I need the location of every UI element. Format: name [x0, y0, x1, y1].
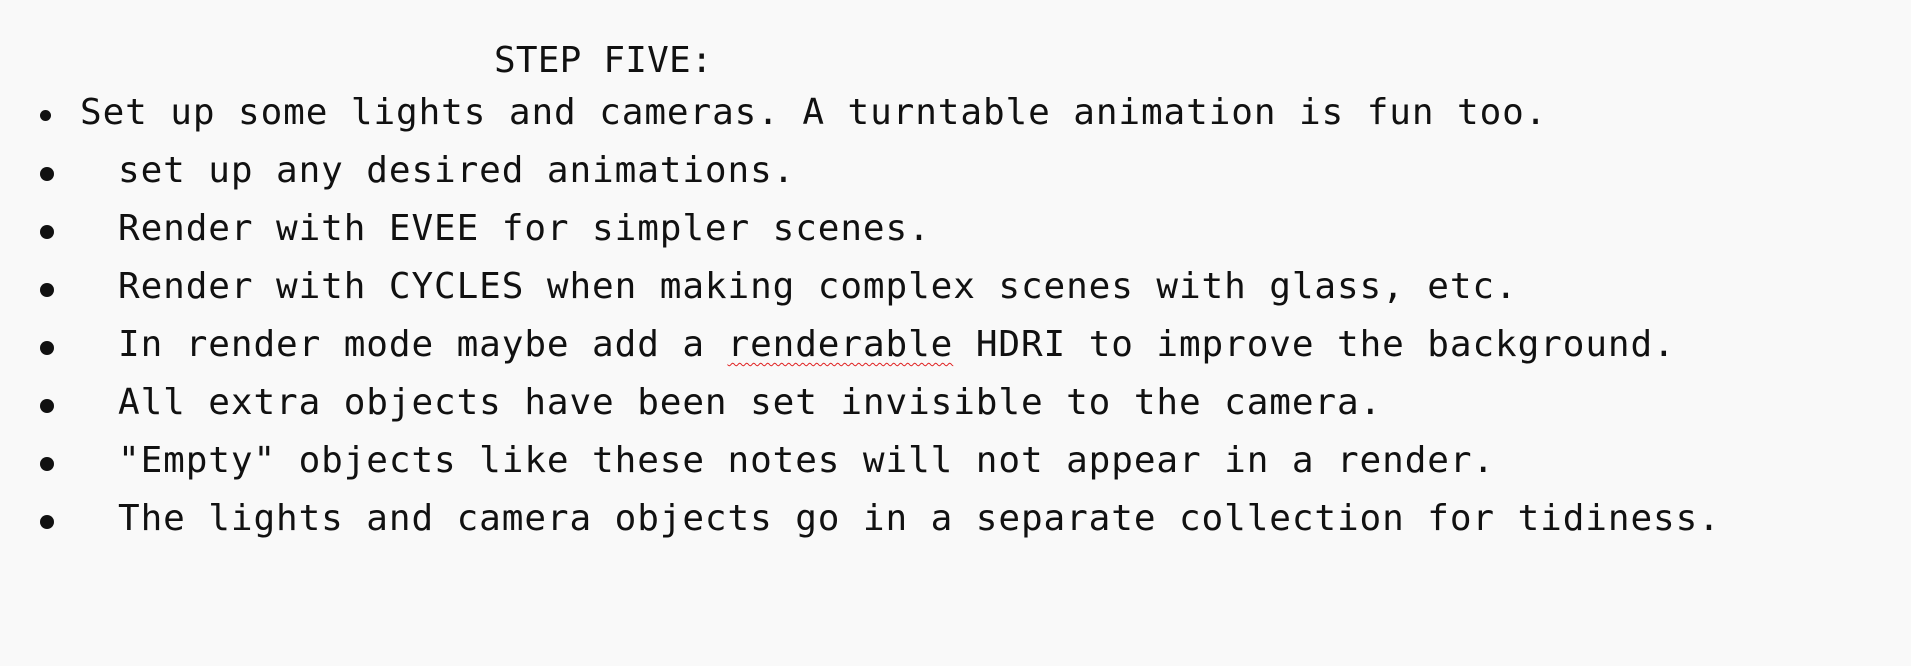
- spellcheck-flagged-word[interactable]: renderable: [728, 324, 954, 365]
- list-item-text: set up any desired animations.: [118, 150, 796, 191]
- step-heading: STEP FIVE:: [494, 40, 713, 81]
- bullet-icon: [40, 225, 54, 239]
- bullet-icon: [40, 167, 54, 181]
- list-item-text: "Empty" objects like these notes will no…: [118, 440, 1496, 481]
- list-item-text: In render mode maybe add a renderable HD…: [118, 322, 1676, 368]
- list-item-text: Render with CYCLES when making complex s…: [118, 266, 1518, 307]
- list-item-text: Set up some lights and cameras. A turnta…: [80, 92, 1548, 133]
- bullet-icon: [40, 457, 54, 471]
- list-item-text: The lights and camera objects go in a se…: [118, 498, 1721, 539]
- bullet-icon: [40, 110, 51, 121]
- bullet-icon: [40, 515, 54, 529]
- notes-document: STEP FIVE: Set up some lights and camera…: [0, 0, 1911, 666]
- bullet-icon: [40, 283, 54, 297]
- text-before-flagged-word: In render mode maybe add a: [118, 324, 728, 365]
- bullet-icon: [40, 341, 54, 355]
- text-after-flagged-word: HDRI to improve the background.: [953, 324, 1676, 365]
- list-item-text: All extra objects have been set invisibl…: [118, 382, 1383, 423]
- list-item-text: Render with EVEE for simpler scenes.: [118, 208, 931, 249]
- bullet-icon: [40, 399, 54, 413]
